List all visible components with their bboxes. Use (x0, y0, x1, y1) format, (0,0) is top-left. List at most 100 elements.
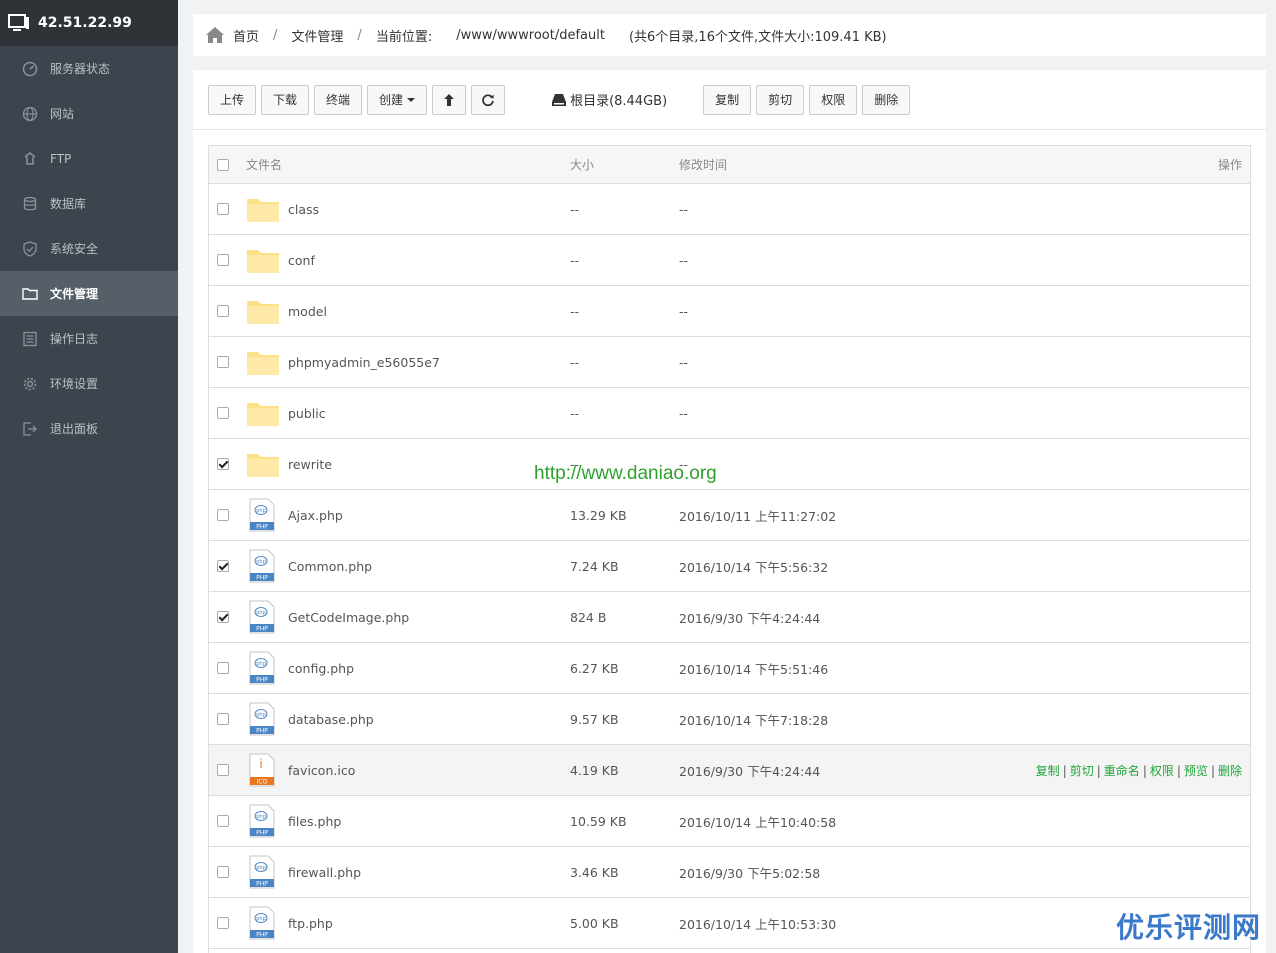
sidebar-item-4[interactable]: 系统安全 (0, 226, 178, 271)
file-row[interactable]: php PHP firewall.php 3.46 KB 2016/9/30 下午5:0… (209, 847, 1250, 898)
file-size: 7.24 KB (570, 558, 619, 574)
file-name[interactable]: database.php (288, 712, 374, 727)
file-row[interactable]: public -- -- (209, 388, 1250, 439)
directory-summary: (共6个目录,16个文件,文件大小:109.41 KB) (628, 29, 887, 45)
row-checkbox[interactable] (217, 407, 229, 419)
row-checkbox[interactable] (217, 713, 229, 725)
breadcrumb-home[interactable]: 首页 (233, 26, 259, 45)
column-header-time[interactable]: 修改时间 (679, 156, 727, 173)
file-name-cell[interactable]: php PHP files.php (246, 804, 341, 838)
sidebar-item-6[interactable]: 操作日志 (0, 316, 178, 361)
file-row[interactable]: php PHP GetCodeImage.php 824 B 2016/9/30 下午4… (209, 592, 1250, 643)
file-row[interactable]: rewrite -- -- (209, 439, 1250, 490)
column-header-name[interactable]: 文件名 (246, 156, 282, 173)
file-name-cell[interactable]: php PHP firewall.php (246, 855, 361, 889)
row-action-link[interactable]: 重命名 (1104, 764, 1140, 778)
delete-button[interactable]: 删除 (862, 84, 911, 115)
file-row[interactable]: class -- -- (209, 184, 1250, 235)
parent-directory-button[interactable] (432, 84, 467, 115)
row-action-link[interactable]: 删除 (1218, 764, 1242, 778)
file-row[interactable]: php PHP config.php 6.27 KB 2016/10/14 下午5:51… (209, 643, 1250, 694)
row-checkbox[interactable] (217, 815, 229, 827)
permission-button[interactable]: 权限 (809, 84, 858, 115)
home-icon[interactable] (205, 26, 225, 44)
refresh-button[interactable] (471, 84, 506, 115)
file-row[interactable]: php PHP Common.php 7.24 KB 2016/10/14 下午5:56… (209, 541, 1250, 592)
row-checkbox[interactable] (217, 305, 229, 317)
row-checkbox[interactable] (217, 764, 229, 776)
file-name-cell[interactable]: model (246, 294, 327, 328)
file-name-cell[interactable]: i ICO favicon.ico (246, 753, 355, 787)
file-row[interactable]: php PHP database.php 9.57 KB 2016/10/14 下午7:… (209, 694, 1250, 745)
file-row[interactable]: php PHP ftp.php 5.00 KB 2016/10/14 上午10:53:3… (209, 898, 1250, 949)
file-name[interactable]: firewall.php (288, 865, 361, 880)
file-name[interactable]: Ajax.php (288, 508, 343, 523)
file-name-cell[interactable]: phpmyadmin_e56055e7 (246, 345, 440, 379)
file-name[interactable]: public (288, 406, 326, 421)
file-name[interactable]: rewrite (288, 457, 332, 472)
row-checkbox[interactable] (217, 662, 229, 674)
file-name[interactable]: favicon.ico (288, 763, 355, 778)
create-dropdown-button[interactable]: 创建 (367, 84, 428, 115)
file-name[interactable]: class (288, 202, 319, 217)
file-name[interactable]: ftp.php (288, 916, 333, 931)
row-checkbox[interactable] (217, 917, 229, 929)
row-action-link[interactable]: 复制 (1036, 764, 1060, 778)
file-name-cell[interactable]: php PHP GetCodeImage.php (246, 600, 409, 634)
sidebar-item-5[interactable]: 文件管理 (0, 271, 178, 316)
file-name[interactable]: files.php (288, 814, 341, 829)
file-row[interactable]: php PHP Ajax.php 13.29 KB 2016/10/11 上午11:27… (209, 490, 1250, 541)
file-row[interactable]: conf -- -- (209, 235, 1250, 286)
file-name-cell[interactable]: php PHP database.php (246, 702, 374, 736)
file-row[interactable]: i ICO favicon.ico 4.19 KB 2016/9/30 下午4:24:4… (209, 745, 1250, 796)
file-row[interactable]: phpmyadmin_e56055e7 -- -- (209, 337, 1250, 388)
row-action-link[interactable]: 预览 (1184, 764, 1208, 778)
row-checkbox[interactable] (217, 203, 229, 215)
row-checkbox[interactable] (217, 458, 229, 470)
row-checkbox[interactable] (217, 611, 229, 623)
column-header-size[interactable]: 大小 (570, 156, 594, 173)
download-button[interactable]: 下载 (261, 84, 310, 115)
file-name[interactable]: Common.php (288, 559, 372, 574)
file-size: -- (570, 303, 580, 319)
sidebar-item-1[interactable]: 网站 (0, 91, 178, 136)
file-name[interactable]: conf (288, 253, 315, 268)
row-action-link[interactable]: 权限 (1150, 764, 1174, 778)
file-name-cell[interactable]: php PHP Ajax.php (246, 498, 343, 532)
upload-button[interactable]: 上传 (208, 84, 257, 115)
copy-button[interactable]: 复制 (703, 84, 752, 115)
row-checkbox[interactable] (217, 866, 229, 878)
file-name[interactable]: config.php (288, 661, 354, 676)
row-checkbox[interactable] (217, 509, 229, 521)
file-name-cell[interactable]: php PHP config.php (246, 651, 354, 685)
file-name-cell[interactable]: public (246, 396, 326, 430)
select-all-checkbox[interactable] (217, 158, 229, 171)
sidebar-item-0[interactable]: 服务器状态 (0, 46, 178, 91)
sidebar-item-3[interactable]: 数据库 (0, 181, 178, 226)
breadcrumb-section[interactable]: 文件管理 (291, 26, 343, 45)
file-name-cell[interactable]: conf (246, 243, 315, 277)
file-size: 10.59 KB (570, 813, 627, 829)
row-checkbox[interactable] (217, 356, 229, 368)
terminal-button[interactable]: 终端 (314, 84, 363, 115)
sidebar-item-7[interactable]: 环境设置 (0, 361, 178, 406)
current-path[interactable]: /www/wwwroot/default (456, 28, 605, 43)
php-file-icon: php PHP (246, 702, 280, 736)
file-name-cell[interactable]: php PHP Common.php (246, 549, 372, 583)
file-name-cell[interactable]: php PHP ftp.php (246, 906, 333, 940)
sidebar-item-2[interactable]: FTP (0, 136, 178, 181)
sidebar-item-8[interactable]: 退出面板 (0, 406, 178, 451)
disk-root[interactable]: 根目录(8.44GB) (552, 90, 667, 109)
row-checkbox[interactable] (217, 560, 229, 572)
row-action-link[interactable]: 剪切 (1070, 764, 1094, 778)
file-row[interactable]: model -- -- (209, 286, 1250, 337)
file-name[interactable]: GetCodeImage.php (288, 610, 409, 625)
file-row[interactable]: php PHP files.php 10.59 KB 2016/10/14 上午10:4… (209, 796, 1250, 847)
file-name[interactable]: phpmyadmin_e56055e7 (288, 355, 440, 370)
file-name-cell[interactable]: class (246, 192, 319, 226)
cut-button[interactable]: 剪切 (756, 84, 805, 115)
file-name[interactable]: model (288, 304, 327, 319)
file-modified-time: 2016/10/14 下午5:56:32 (679, 559, 829, 575)
file-name-cell[interactable]: rewrite (246, 447, 332, 481)
row-checkbox[interactable] (217, 254, 229, 266)
